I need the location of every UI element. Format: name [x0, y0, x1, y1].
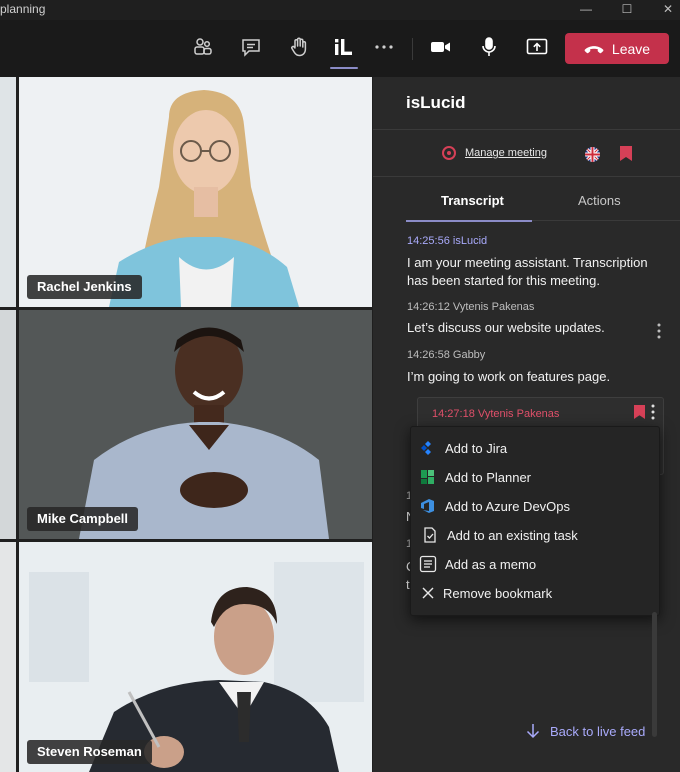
- islucid-side-panel: isLucid Manage meeting Transcript Action…: [373, 77, 680, 772]
- participant-name-label: Rachel Jenkins: [27, 275, 142, 299]
- message-meta: 14:26:58 Gabby: [407, 349, 485, 361]
- video-tile-steven-roseman[interactable]: Steven Roseman: [19, 542, 372, 772]
- active-tab-indicator: [406, 220, 532, 222]
- back-to-live-feed-button[interactable]: Back to live feed: [526, 723, 645, 739]
- share-icon[interactable]: [522, 32, 552, 62]
- message-speaker: Vytenis Pakenas: [452, 301, 535, 313]
- uk-flag-language-icon[interactable]: [585, 147, 600, 162]
- memo-icon: [419, 555, 437, 573]
- message-more-icon[interactable]: [651, 404, 655, 425]
- message-time: 14:26:58: [407, 349, 450, 361]
- menu-item-label: Add to Planner: [445, 469, 532, 485]
- adjacent-tile-edge: [0, 310, 16, 539]
- transcript-scrollbar[interactable]: [652, 612, 657, 737]
- menu-item-add-to-azure-devops[interactable]: Add to Azure DevOps: [419, 495, 570, 517]
- adjacent-tile-edge: [0, 542, 16, 772]
- bookmark-action-menu: Add to Jira Add to Planner Add to Azure …: [410, 426, 660, 616]
- message-meta: 14:27:18 Vytenis Pakenas: [432, 408, 559, 420]
- video-grid: Rachel Jenkins Mike Campbell Steven Rose…: [0, 77, 372, 772]
- people-icon[interactable]: [188, 32, 218, 62]
- window-title-bar: planning — ☐ ✕: [0, 0, 680, 20]
- phone-hangup-icon: [584, 45, 604, 53]
- message-text: I am your meeting assistant. Transcripti…: [407, 255, 648, 288]
- maximize-icon[interactable]: ☐: [619, 2, 635, 16]
- menu-item-add-to-jira[interactable]: Add to Jira: [419, 437, 507, 459]
- menu-item-label: Add to Azure DevOps: [445, 498, 571, 514]
- panel-divider: [373, 129, 680, 130]
- message-speaker: Vytenis Pakenas: [477, 408, 560, 420]
- adjacent-tile-edge: [0, 77, 16, 307]
- video-tile-rachel-jenkins[interactable]: Rachel Jenkins: [19, 77, 372, 307]
- chat-icon[interactable]: [236, 32, 266, 62]
- camera-icon[interactable]: [426, 32, 456, 62]
- participant-name-label: Mike Campbell: [27, 507, 139, 531]
- manage-meeting-link[interactable]: Manage meeting: [465, 147, 547, 159]
- existing-task-icon: [421, 526, 439, 544]
- close-icon: [419, 584, 437, 602]
- message-text: Let’s discuss our website updates.: [407, 320, 605, 335]
- panel-app-title: isLucid: [406, 93, 466, 112]
- meeting-toolbar: Leave: [0, 20, 680, 77]
- participant-photo: [19, 77, 372, 307]
- toolbar-divider: [412, 38, 413, 60]
- raise-hand-icon[interactable]: [284, 32, 314, 62]
- leave-label: Leave: [611, 40, 651, 57]
- menu-item-remove-bookmark[interactable]: Remove bookmark: [419, 582, 552, 604]
- menu-item-label: Add to an existing task: [447, 527, 578, 543]
- menu-item-label: Remove bookmark: [443, 585, 553, 601]
- back-to-live-feed-label: Back to live feed: [550, 723, 646, 739]
- message-speaker: Gabby: [452, 349, 486, 361]
- jira-icon: [419, 439, 437, 457]
- menu-item-add-as-memo[interactable]: Add as a memo: [419, 553, 536, 575]
- message-text: I’m going to work on features page.: [407, 369, 611, 384]
- menu-item-label: Add to Jira: [445, 440, 508, 456]
- menu-item-add-to-planner[interactable]: Add to Planner: [419, 466, 531, 488]
- arrow-down-icon: [526, 724, 540, 739]
- participant-photo: [19, 310, 372, 539]
- message-more-icon[interactable]: [657, 323, 661, 339]
- more-icon[interactable]: [369, 32, 399, 62]
- close-window-icon[interactable]: ✕: [660, 2, 676, 16]
- bookmark-icon[interactable]: [620, 146, 632, 166]
- azure-devops-icon: [419, 497, 437, 515]
- message-time: 14:25:56: [407, 235, 450, 247]
- minimize-icon[interactable]: —: [578, 2, 594, 16]
- menu-item-label: Add as a memo: [445, 556, 537, 572]
- islucid-app-icon[interactable]: [329, 32, 359, 62]
- planner-icon: [419, 468, 437, 486]
- message-time: 14:27:18: [432, 408, 475, 420]
- tab-actions[interactable]: Actions: [578, 193, 621, 208]
- tab-transcript[interactable]: Transcript: [441, 193, 504, 208]
- message-time: 14:26:12: [407, 301, 450, 313]
- menu-item-add-to-existing-task[interactable]: Add to an existing task: [421, 524, 578, 546]
- message-meta: 14:25:56 isLucid: [407, 235, 487, 247]
- participant-name-label: Steven Roseman: [27, 740, 152, 764]
- recording-icon: [442, 146, 456, 160]
- mic-icon[interactable]: [474, 32, 504, 62]
- tab-baseline: [532, 220, 680, 221]
- video-tile-mike-campbell[interactable]: Mike Campbell: [19, 310, 372, 539]
- bookmark-icon[interactable]: [634, 405, 645, 424]
- active-app-indicator: [330, 67, 358, 69]
- panel-divider: [373, 176, 680, 177]
- window-title: planning: [0, 2, 46, 16]
- leave-button[interactable]: Leave: [565, 33, 669, 64]
- participant-photo: [19, 542, 372, 772]
- message-speaker: isLucid: [452, 235, 488, 247]
- message-meta: 14:26:12 Vytenis Pakenas: [407, 301, 534, 313]
